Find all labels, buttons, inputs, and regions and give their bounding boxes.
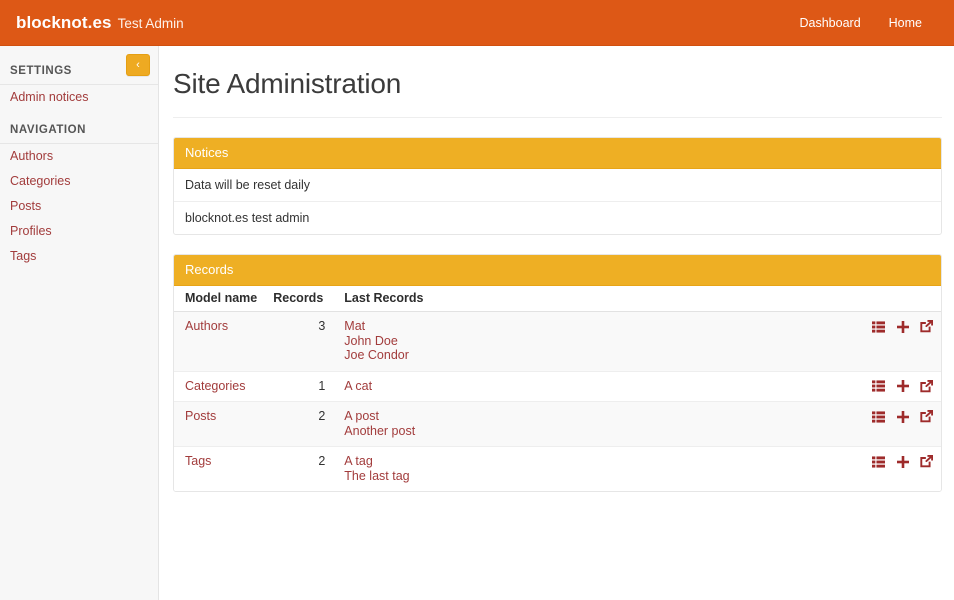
last-record-link[interactable]: Joe Condor — [344, 348, 845, 363]
list-icon[interactable] — [872, 411, 885, 423]
record-count: 2 — [265, 447, 333, 492]
record-count: 2 — [265, 402, 333, 447]
record-count: 3 — [265, 312, 333, 372]
external-link-icon[interactable] — [920, 455, 933, 468]
plus-icon[interactable] — [897, 380, 909, 392]
table-row: Posts 2 A post Another post — [174, 402, 941, 447]
sidebar-item-authors[interactable]: Authors — [0, 144, 158, 169]
records-panel-heading: Records — [174, 255, 941, 286]
plus-icon[interactable] — [897, 321, 909, 333]
chevron-left-icon: ‹ — [136, 59, 140, 71]
sidebar-section-title-navigation: NAVIGATION — [0, 110, 158, 143]
table-row: Categories 1 A cat — [174, 371, 941, 402]
sidebar-item-posts[interactable]: Posts — [0, 194, 158, 219]
model-link-authors[interactable]: Authors — [185, 319, 257, 334]
notice-row: blocknot.es test admin — [174, 202, 941, 234]
notices-panel-heading: Notices — [174, 138, 941, 169]
last-record-link[interactable]: A tag — [344, 454, 845, 469]
table-row: Authors 3 Mat John Doe Joe Condor — [174, 312, 941, 372]
page-title: Site Administration — [172, 68, 944, 100]
top-navbar: blocknot.es Test Admin Dashboard Home — [0, 0, 954, 46]
plus-icon[interactable] — [897, 411, 909, 423]
title-divider — [173, 117, 942, 118]
column-header-actions — [853, 286, 941, 312]
records-table-header-row: Model name Records Last Records — [174, 286, 941, 312]
list-icon[interactable] — [872, 456, 885, 468]
last-record-link[interactable]: John Doe — [344, 334, 845, 349]
records-table-head: Model name Records Last Records — [174, 286, 941, 312]
plus-icon[interactable] — [897, 456, 909, 468]
sidebar-collapse-button[interactable]: ‹ — [126, 54, 150, 76]
last-record-link[interactable]: Mat — [344, 319, 845, 334]
last-record-link[interactable]: The last tag — [344, 469, 845, 484]
last-record-link[interactable]: Another post — [344, 424, 845, 439]
column-header-records: Records — [265, 286, 333, 312]
brand[interactable]: blocknot.es Test Admin — [12, 13, 184, 33]
external-link-icon[interactable] — [920, 320, 933, 333]
brand-suffix: Test Admin — [118, 16, 184, 31]
brand-name: blocknot.es — [16, 13, 112, 33]
model-link-posts[interactable]: Posts — [185, 409, 257, 424]
list-icon[interactable] — [872, 321, 885, 333]
sidebar-item-profiles[interactable]: Profiles — [0, 219, 158, 244]
external-link-icon[interactable] — [920, 380, 933, 393]
main-content: Site Administration Notices Data will be… — [159, 46, 954, 600]
notices-panel: Notices Data will be reset daily blockno… — [173, 137, 942, 235]
model-link-tags[interactable]: Tags — [185, 454, 257, 469]
sidebar-item-admin-notices[interactable]: Admin notices — [0, 85, 158, 110]
nav-link-home[interactable]: Home — [875, 10, 936, 36]
last-record-link[interactable]: A post — [344, 409, 845, 424]
column-header-model-name: Model name — [174, 286, 265, 312]
nav-link-dashboard[interactable]: Dashboard — [786, 10, 875, 36]
record-count: 1 — [265, 371, 333, 402]
records-table-body: Authors 3 Mat John Doe Joe Condor — [174, 312, 941, 492]
records-panel: Records Model name Records Last Records … — [173, 254, 942, 492]
sidebar-item-tags[interactable]: Tags — [0, 244, 158, 269]
external-link-icon[interactable] — [920, 410, 933, 423]
table-row: Tags 2 A tag The last tag — [174, 447, 941, 492]
records-table: Model name Records Last Records Authors … — [174, 286, 941, 491]
last-record-link[interactable]: A cat — [344, 379, 845, 394]
column-header-last-records: Last Records — [333, 286, 853, 312]
sidebar: ‹ SETTINGS Admin notices NAVIGATION Auth… — [0, 46, 159, 600]
sidebar-item-categories[interactable]: Categories — [0, 169, 158, 194]
notice-row: Data will be reset daily — [174, 169, 941, 202]
navbar-links: Dashboard Home — [786, 10, 937, 36]
model-link-categories[interactable]: Categories — [185, 379, 257, 394]
list-icon[interactable] — [872, 380, 885, 392]
